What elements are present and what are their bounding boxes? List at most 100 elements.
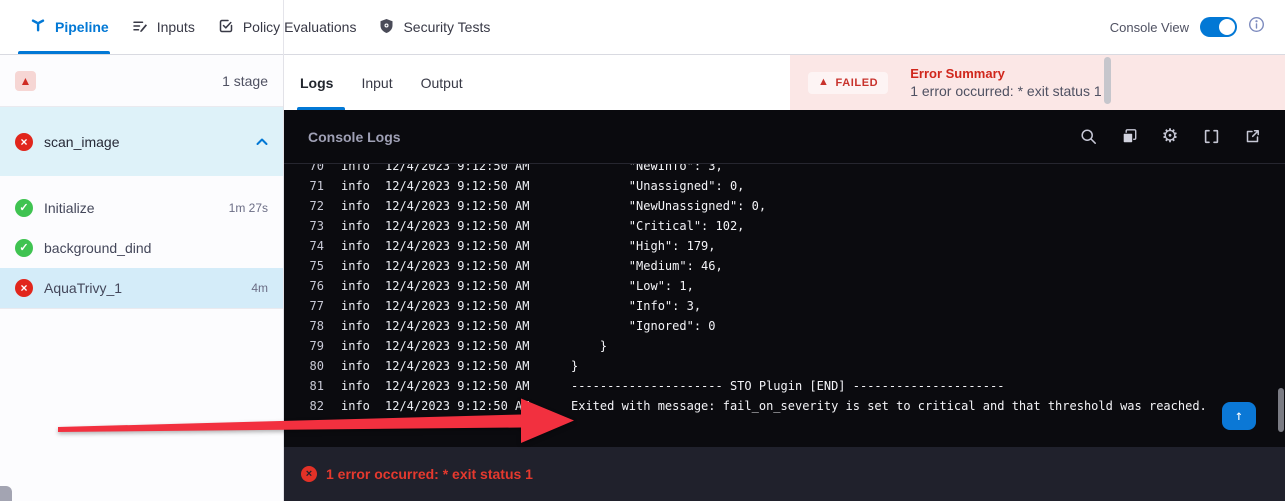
log-line: 78info12/4/2023 9:12:50 AM "Ignored": 0 <box>302 316 1285 336</box>
chat-widget-edge <box>0 486 12 501</box>
log-line-number: 81 <box>302 376 324 396</box>
error-summary-panel: ▲ FAILED Error Summary 1 error occurred:… <box>790 55 1285 110</box>
log-level: info <box>341 216 371 236</box>
nav-divider <box>283 0 284 55</box>
log-timestamp: 12/4/2023 9:12:50 AM <box>385 396 531 416</box>
fullscreen-icon[interactable] <box>1202 128 1220 146</box>
error-panel-scrollbar[interactable] <box>1104 57 1111 104</box>
log-timestamp: 12/4/2023 9:12:50 AM <box>385 196 531 216</box>
log-line: 79info12/4/2023 9:12:50 AM } <box>302 336 1285 356</box>
settings-gear-icon[interactable]: ⚙ <box>1161 128 1179 146</box>
step-success-icon: ✓ <box>15 199 33 217</box>
log-level: info <box>341 176 371 196</box>
log-line-number: 77 <box>302 296 324 316</box>
log-level: info <box>341 376 371 396</box>
log-timestamp: 12/4/2023 9:12:50 AM <box>385 356 531 376</box>
tab-security-tests[interactable]: Security Tests <box>379 18 490 37</box>
failed-status-badge: ▲ FAILED <box>808 72 888 94</box>
tab-policy-evaluations[interactable]: Policy Evaluations <box>218 18 357 37</box>
tab-pipeline-label: Pipeline <box>55 19 109 35</box>
scroll-to-top-button[interactable]: ↑ <box>1222 402 1256 430</box>
tab-pipeline[interactable]: Pipeline <box>30 18 109 37</box>
search-icon[interactable] <box>1079 128 1097 146</box>
error-summary-message: 1 error occurred: * exit status 1 <box>910 83 1101 99</box>
step-row-initialize[interactable]: ✓ Initialize 1m 27s <box>0 188 283 228</box>
step-list-divider <box>0 308 283 309</box>
console-logs-title: Console Logs <box>308 129 401 145</box>
step-name: AquaTrivy_1 <box>44 280 122 296</box>
log-level: info <box>341 316 371 336</box>
log-message: --------------------- STO Plugin [END] -… <box>571 379 1004 393</box>
log-message: "High": 179, <box>571 239 716 253</box>
log-line-number: 75 <box>302 256 324 276</box>
tab-policy-evaluations-label: Policy Evaluations <box>243 19 357 35</box>
log-level: info <box>341 296 371 316</box>
log-timestamp: 12/4/2023 9:12:50 AM <box>385 164 531 176</box>
stage-row-scan-image[interactable]: × scan_image <box>0 107 283 176</box>
log-line-number: 80 <box>302 356 324 376</box>
step-name: Initialize <box>44 200 95 216</box>
log-message: } <box>571 339 607 353</box>
step-success-icon: ✓ <box>15 239 33 257</box>
inputs-icon <box>132 18 148 37</box>
log-line-number: 78 <box>302 316 324 336</box>
log-line-number: 70 <box>302 164 324 176</box>
policy-check-icon <box>218 18 234 37</box>
open-in-new-icon[interactable] <box>1243 128 1261 146</box>
log-level: info <box>341 164 371 176</box>
failed-badge-label: FAILED <box>836 77 879 89</box>
log-line: 81info12/4/2023 9:12:50 AM--------------… <box>302 376 1285 396</box>
step-failed-icon: × <box>15 279 33 297</box>
tab-inputs[interactable]: Inputs <box>132 18 195 37</box>
stage-count-label: 1 stage <box>222 73 268 89</box>
sidebar-header: ▲ 1 stage <box>0 55 283 107</box>
tab-output[interactable]: Output <box>421 75 463 91</box>
step-list: ✓ Initialize 1m 27s ✓ background_dind × … <box>0 176 283 309</box>
log-message: "Critical": 102, <box>571 219 744 233</box>
log-line-number: 76 <box>302 276 324 296</box>
log-timestamp: 12/4/2023 9:12:50 AM <box>385 296 531 316</box>
log-line: 77info12/4/2023 9:12:50 AM "Info": 3, <box>302 296 1285 316</box>
console-log-viewport[interactable]: 70 info 12/4/2023 9:12:50 AM "NewInfo": 3,… <box>284 164 1285 447</box>
log-scrollbar-thumb[interactable] <box>1278 388 1284 432</box>
security-shield-icon <box>379 18 394 37</box>
toggle-knob <box>1219 19 1235 35</box>
chevron-up-icon[interactable] <box>256 138 268 146</box>
log-message: "Unassigned": 0, <box>571 179 744 193</box>
log-line: 82info12/4/2023 9:12:50 AMExited with me… <box>302 396 1285 416</box>
log-line-number: 72 <box>302 196 324 216</box>
console-view-label: Console View <box>1110 20 1189 35</box>
log-timestamp: 12/4/2023 9:12:50 AM <box>385 276 531 296</box>
stage-failed-icon: × <box>15 133 33 151</box>
log-line: 76 info 12/4/2023 9:12:50 AM "Low": 1, <box>302 276 1285 296</box>
log-line-number: 71 <box>302 176 324 196</box>
log-line: 72info12/4/2023 9:12:50 AM "NewUnassigne… <box>302 196 1285 216</box>
footer-error-text: 1 error occurred: * exit status 1 <box>326 466 533 482</box>
stage-name: scan_image <box>44 134 120 150</box>
step-row-aquatrivy[interactable]: × AquaTrivy_1 4m <box>0 268 283 308</box>
log-line: 70 info 12/4/2023 9:12:50 AM "NewInfo": 3, <box>302 164 1285 176</box>
copy-icon[interactable] <box>1120 128 1138 146</box>
pipeline-icon <box>30 18 46 37</box>
log-timestamp: 12/4/2023 9:12:50 AM <box>385 176 531 196</box>
log-message: Exited with message: fail_on_severity is… <box>571 399 1207 413</box>
tab-input[interactable]: Input <box>361 75 392 91</box>
tab-logs[interactable]: Logs <box>300 75 333 91</box>
footer-error-bar: × 1 error occurred: * exit status 1 <box>284 447 1285 501</box>
log-level: info <box>341 336 371 356</box>
log-level: info <box>341 276 371 296</box>
log-message: "Medium": 46, <box>571 259 723 273</box>
log-message: "Low": 1, <box>571 279 694 293</box>
log-line-number: 74 <box>302 236 324 256</box>
log-message: "NewInfo": 3, <box>571 164 723 173</box>
log-line: 73info12/4/2023 9:12:50 AM "Critical": 1… <box>302 216 1285 236</box>
log-timestamp: 12/4/2023 9:12:50 AM <box>385 236 531 256</box>
info-icon[interactable] <box>1248 16 1265 38</box>
log-line: 75info12/4/2023 9:12:50 AM "Medium": 46, <box>302 256 1285 276</box>
log-level: info <box>341 236 371 256</box>
log-level: info <box>341 256 371 276</box>
step-duration: 1m 27s <box>229 201 268 215</box>
error-circle-icon: × <box>301 466 317 482</box>
console-view-toggle[interactable] <box>1200 17 1237 37</box>
step-row-background-dind[interactable]: ✓ background_dind <box>0 228 283 268</box>
